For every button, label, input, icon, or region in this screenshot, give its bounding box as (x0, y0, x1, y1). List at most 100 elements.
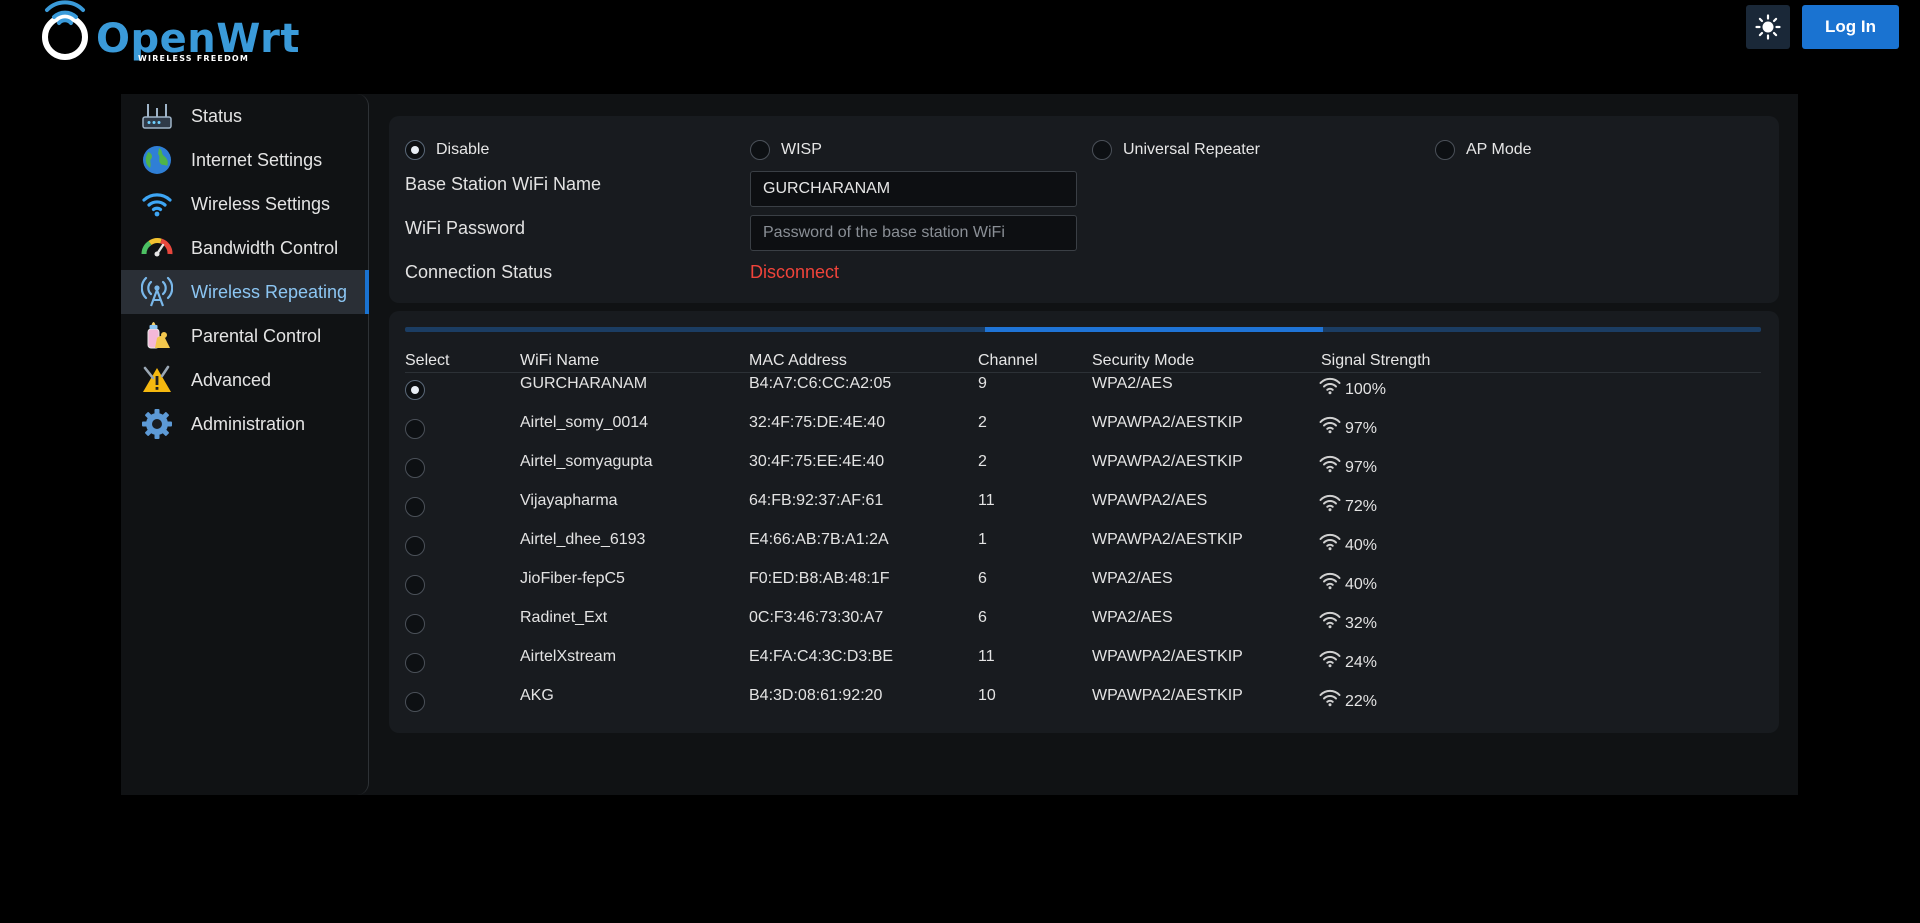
table-row[interactable]: Radinet_Ext 0C:F3:46:73:30:A7 6 WPA2/AES 32% (389, 609, 1779, 648)
connection-status-label: Connection Status (405, 262, 553, 282)
row-select-radio[interactable] (405, 653, 425, 673)
table-row[interactable]: AKG B4:3D:08:61:92:20 10 WPAWPA2/AESTKIP 22% (389, 687, 1779, 726)
signal-percent: 72% (1345, 498, 1378, 515)
scan-progress-bar (405, 327, 1761, 332)
signal-percent: 22% (1345, 693, 1378, 710)
password-input[interactable] (750, 215, 1077, 251)
cell-channel: 2 (978, 453, 987, 470)
cell-channel: 11 (978, 492, 995, 509)
globe-icon (141, 144, 173, 176)
sidebar-item-label: Internet Settings (191, 149, 323, 170)
mode-disable-radio[interactable] (405, 140, 425, 160)
sidebar-item-label: Administration (191, 413, 306, 434)
cell-signal-strength: 97% (1319, 414, 1377, 439)
cell-wifi-name: JioFiber-fepC5 (520, 570, 625, 587)
mode-ap-radio[interactable] (1435, 140, 1455, 160)
signal-percent: 97% (1345, 459, 1378, 476)
cell-security-mode: WPAWPA2/AESTKIP (1092, 687, 1243, 704)
sidebar-item-bandwidth-control[interactable]: Bandwidth Control (121, 226, 369, 270)
sidebar-item-label: Bandwidth Control (191, 237, 339, 258)
header-wifi-name: WiFi Name (520, 352, 600, 369)
sidebar-item-wireless-settings[interactable]: Wireless Settings (121, 182, 369, 226)
mode-label: AP Mode (1466, 141, 1532, 158)
mode-disable-option[interactable]: Disable (405, 140, 489, 160)
openwrt-logo[interactable]: OpenWrt WIRELESS FREEDOM (38, 0, 300, 70)
gear-icon (141, 408, 173, 440)
main-shell: Status Internet Settings Wireless Settin… (121, 94, 1798, 795)
mode-ap-option[interactable]: AP Mode (1435, 140, 1532, 160)
mode-universal-repeater-radio[interactable] (1092, 140, 1112, 160)
sidebar-item-status[interactable]: Status (121, 94, 369, 138)
cell-mac-address: 32:4F:75:DE:4E:40 (749, 414, 886, 431)
row-select-radio[interactable] (405, 575, 425, 595)
password-label: WiFi Password (405, 218, 526, 238)
mode-wisp-radio[interactable] (750, 140, 770, 160)
sidebar-item-advanced[interactable]: Advanced (121, 358, 369, 402)
table-row[interactable]: GURCHARANAM B4:A7:C6:CC:A2:05 9 WPA2/AES 100… (389, 375, 1779, 414)
sidebar-item-internet-settings[interactable]: Internet Settings (121, 138, 369, 182)
login-button[interactable]: Log In (1802, 5, 1899, 49)
header-security-mode: Security Mode (1092, 352, 1195, 369)
wifi-signal-icon (1319, 375, 1341, 400)
wifi-signal-icon (1319, 648, 1341, 673)
row-select-radio[interactable] (405, 380, 425, 400)
cell-security-mode: WPAWPA2/AES (1092, 492, 1208, 509)
cell-wifi-name: GURCHARANAM (520, 375, 648, 392)
row-select-radio[interactable] (405, 536, 425, 556)
cell-signal-strength: 100% (1319, 375, 1386, 400)
row-select-radio[interactable] (405, 458, 425, 478)
row-select-radio[interactable] (405, 497, 425, 517)
cell-mac-address: E4:66:AB:7B:A1:2A (749, 531, 889, 548)
row-select-radio[interactable] (405, 692, 425, 712)
sidebar-item-parental-control[interactable]: Parental Control (121, 314, 369, 358)
sidebar-item-administration[interactable]: Administration (121, 402, 369, 446)
table-row[interactable]: Vijayapharma 64:FB:92:37:AF:61 11 WPAWPA2/A… (389, 492, 1779, 531)
cell-security-mode: WPA2/AES (1092, 609, 1173, 626)
cell-channel: 6 (978, 570, 987, 587)
table-header-divider (405, 372, 1761, 373)
cell-channel: 11 (978, 648, 995, 665)
cell-mac-address: 0C:F3:46:73:30:A7 (749, 609, 884, 626)
scan-progress-fill (985, 327, 1323, 332)
row-select-radio[interactable] (405, 614, 425, 634)
wifi-icon (141, 188, 173, 220)
cell-mac-address: B4:3D:08:61:92:20 (749, 687, 883, 704)
wifi-signal-icon (1319, 453, 1341, 478)
row-select-radio[interactable] (405, 419, 425, 439)
table-row[interactable]: Airtel_somy_0014 32:4F:75:DE:4E:40 2 WPAWPA… (389, 414, 1779, 453)
cell-signal-strength: 40% (1319, 570, 1377, 595)
theme-toggle-button[interactable] (1746, 5, 1790, 49)
cell-wifi-name: Radinet_Ext (520, 609, 608, 626)
signal-percent: 24% (1345, 654, 1378, 671)
cell-channel: 1 (978, 531, 987, 548)
table-row[interactable]: JioFiber-fepC5 F0:ED:B8:AB:48:1F 6 WPA2/AES… (389, 570, 1779, 609)
cell-mac-address: 30:4F:75:EE:4E:40 (749, 453, 885, 470)
table-row[interactable]: AirtelXstream E4:FA:C4:3C:D3:BE 11 WPAWPA2/… (389, 648, 1779, 687)
sidebar: Status Internet Settings Wireless Settin… (121, 94, 369, 795)
wifi-signal-icon (1319, 492, 1341, 517)
sidebar-item-label: Advanced (191, 369, 272, 390)
cell-signal-strength: 40% (1319, 531, 1377, 556)
signal-percent: 40% (1345, 576, 1378, 593)
cell-security-mode: WPAWPA2/AESTKIP (1092, 648, 1243, 665)
cell-mac-address: E4:FA:C4:3C:D3:BE (749, 648, 894, 665)
signal-percent: 40% (1345, 537, 1378, 554)
sidebar-item-wireless-repeating[interactable]: Wireless Repeating (121, 270, 369, 314)
cell-signal-strength: 22% (1319, 687, 1377, 712)
mode-label: Universal Repeater (1123, 141, 1260, 158)
wifi-signal-icon (1319, 531, 1341, 556)
cell-security-mode: WPA2/AES (1092, 375, 1173, 392)
sidebar-item-label: Status (191, 105, 243, 126)
cell-wifi-name: Airtel_somyagupta (520, 453, 653, 470)
mode-universal-repeater-option[interactable]: Universal Repeater (1092, 140, 1260, 160)
mode-wisp-option[interactable]: WISP (750, 140, 822, 160)
cell-wifi-name: Vijayapharma (520, 492, 618, 509)
table-row[interactable]: Airtel_somyagupta 30:4F:75:EE:4E:40 2 WPAWP… (389, 453, 1779, 492)
wifi-signal-icon (1319, 687, 1341, 712)
table-row[interactable]: Airtel_dhee_6193 E4:66:AB:7B:A1:2A 1 WPAWPA… (389, 531, 1779, 570)
signal-percent: 100% (1345, 381, 1386, 398)
header-channel: Channel (978, 352, 1038, 369)
wifi-signal-icon (1319, 570, 1341, 595)
ssid-input[interactable] (750, 171, 1077, 207)
cell-security-mode: WPAWPA2/AESTKIP (1092, 414, 1243, 431)
